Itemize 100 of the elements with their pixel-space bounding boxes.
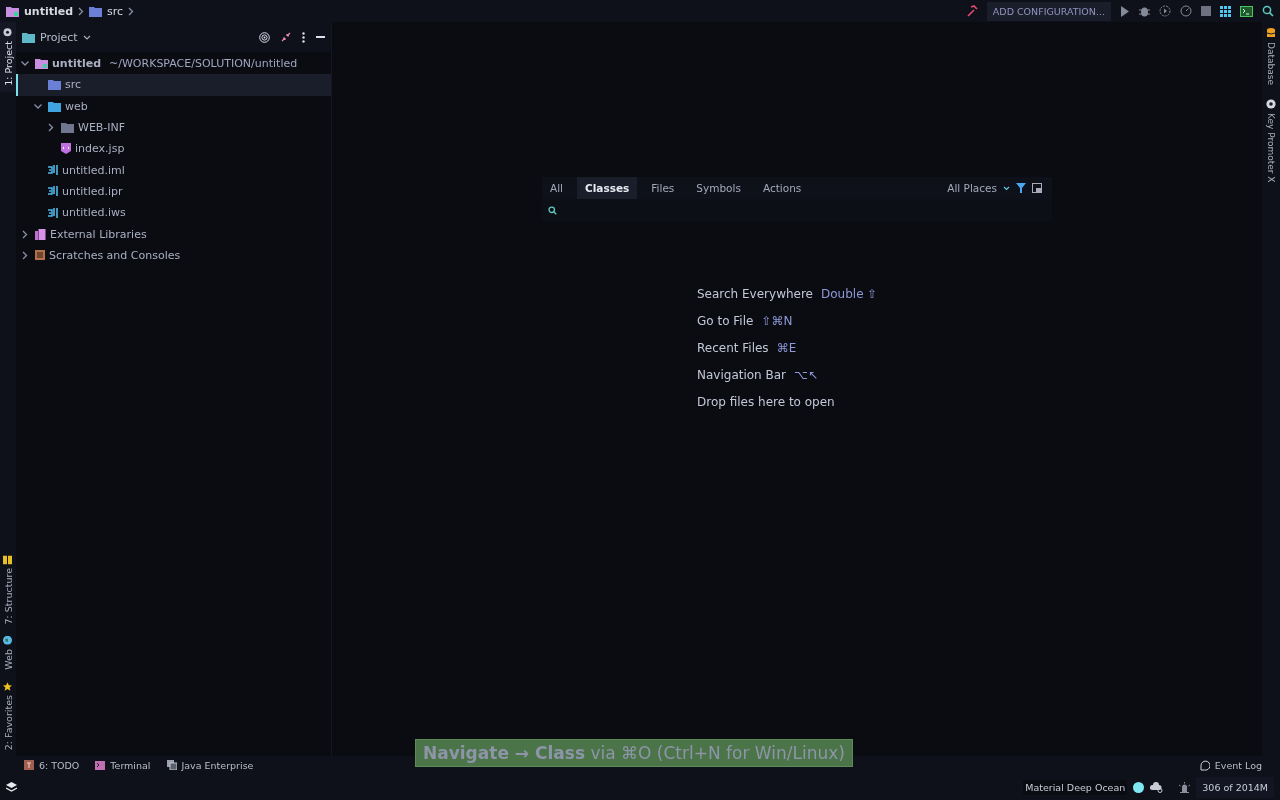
chevron-down-icon[interactable] [1003,185,1010,191]
folder-icon [35,58,48,70]
file-icon [61,143,71,155]
tool-window-tab[interactable]: 7: Structure [0,548,16,631]
tree-item-label: web [65,99,88,113]
search-tab[interactable]: Classes [577,177,638,199]
tool-window-tab[interactable]: 6: TODO [24,759,80,771]
folder-icon [48,100,61,112]
play-circle-icon[interactable] [1159,5,1171,17]
tool-window-tab[interactable]: Java Enterprise [166,759,254,771]
folder-icon [48,79,61,91]
project-path: ~/WORKSPACE/SOLUTION/untitled [109,57,298,71]
tree-item[interactable]: web [16,95,331,117]
database-icon [1267,28,1275,38]
tree-item[interactable]: Scratches and Consoles [16,244,331,266]
search-icon [548,205,557,215]
checklist-icon [24,760,34,770]
breadcrumb-item[interactable]: untitled [24,4,74,18]
hammer-icon[interactable] [965,5,978,17]
hint-text: Navigation Bar [697,368,787,382]
chevron-icon[interactable] [22,229,28,239]
shortcut-text: ⇧⌘N [761,314,793,328]
terminal-icon [95,760,106,770]
chevron-icon[interactable] [48,123,54,133]
chevron-icon[interactable] [20,60,30,67]
search-tab[interactable]: All [542,177,572,199]
hint-text: Search Everywhere [697,287,813,301]
target-icon[interactable] [259,31,270,43]
globe-icon [3,636,13,646]
tree-item[interactable]: untitled.iml [16,159,331,181]
terminal-icon[interactable] [1240,5,1253,17]
chevron-icon[interactable] [33,103,43,110]
tree-item-label: External Libraries [50,227,147,241]
grid-icon[interactable] [1220,5,1231,17]
tool-window-tab[interactable]: Terminal [95,759,151,771]
shortcut-text: Double ⇧ [821,287,878,301]
folder-icon [61,122,74,134]
tool-window-tab[interactable]: Key Promoter X [1266,98,1276,183]
search-tab[interactable]: Files [643,177,683,199]
hint-text: Recent Files [697,341,769,355]
folder-icon [89,5,103,17]
gear-icon [3,28,13,37]
configuration-button[interactable]: ADD CONFIGURATION... [986,1,1111,21]
chevron-icon [128,6,135,16]
panel-title[interactable]: Project [40,30,78,44]
star-icon [3,681,13,691]
siren-icon[interactable] [1179,781,1191,793]
tree-item[interactable]: WEB-INF [16,116,331,139]
tree-item[interactable]: index.jsp [16,138,331,160]
search-tab[interactable]: Actions [754,177,810,199]
tree-item-label: untitled.ipr [62,184,123,198]
tree-item-label: index.jsp [75,142,125,156]
hint-text: Drop files here to open [697,395,835,409]
search-icon[interactable] [1262,5,1274,17]
theme-name[interactable]: Material Deep Ocean [1023,779,1128,795]
tree-item-label: untitled [52,57,102,71]
tree-item[interactable]: untitled ~/WORKSPACE/SOLUTION/untitled [16,53,331,75]
tree-item-label: untitled.iml [62,163,125,177]
search-tab[interactable]: Symbols [688,177,749,199]
gear-icon [1266,98,1276,109]
structure-icon [3,554,13,564]
folder-icon [22,31,35,43]
file-icon [48,186,58,197]
event-log-button[interactable]: Event Log [1198,759,1262,771]
memory-indicator[interactable]: 306 of 2014M [1196,776,1274,798]
list-icon [35,250,45,261]
more-icon[interactable] [302,31,305,43]
bug-icon[interactable] [1139,5,1150,17]
hint-text: Go to File [697,314,754,328]
chevron-icon[interactable] [22,250,28,260]
breadcrumb-item[interactable]: src [107,4,124,18]
circle-icon [1133,781,1145,793]
window-icon [166,760,177,770]
key-promoter-tip: Navigate → Class via ⌘O (Ctrl+N for Win/Linux) [415,739,853,767]
collapse-icon[interactable] [281,32,291,42]
cloud-icon[interactable] [1150,781,1164,793]
layers-icon[interactable] [6,781,17,793]
tree-item-label: WEB-INF [78,121,126,135]
tool-window-tab[interactable]: 1: Project [0,22,16,92]
tree-item[interactable]: untitled.ipr [16,180,331,203]
folder-icon [6,5,19,17]
tree-item[interactable]: External Libraries [16,223,331,245]
window-icon[interactable] [1032,183,1042,193]
tool-window-tab[interactable]: 2: Favorites [0,675,16,756]
tree-item[interactable]: src [16,74,331,96]
file-icon [48,207,58,218]
tool-window-tab[interactable]: Web [0,630,16,676]
scope-dropdown[interactable]: All Places [947,182,997,194]
chevron-down-icon[interactable] [82,34,91,40]
tree-item-label: Scratches and Consoles [49,248,181,262]
tree-item-label: src [65,78,82,92]
file-icon [48,165,58,176]
tool-window-tab[interactable]: Database [1266,28,1276,85]
tree-item-label: untitled.iws [62,206,126,220]
filter-icon[interactable] [1016,183,1026,193]
speech-bubble-icon [1198,759,1210,771]
play-icon[interactable] [1120,5,1130,17]
tree-item[interactable]: untitled.iws [16,202,331,224]
books-icon [35,228,46,240]
gauge-icon[interactable] [1180,5,1192,17]
